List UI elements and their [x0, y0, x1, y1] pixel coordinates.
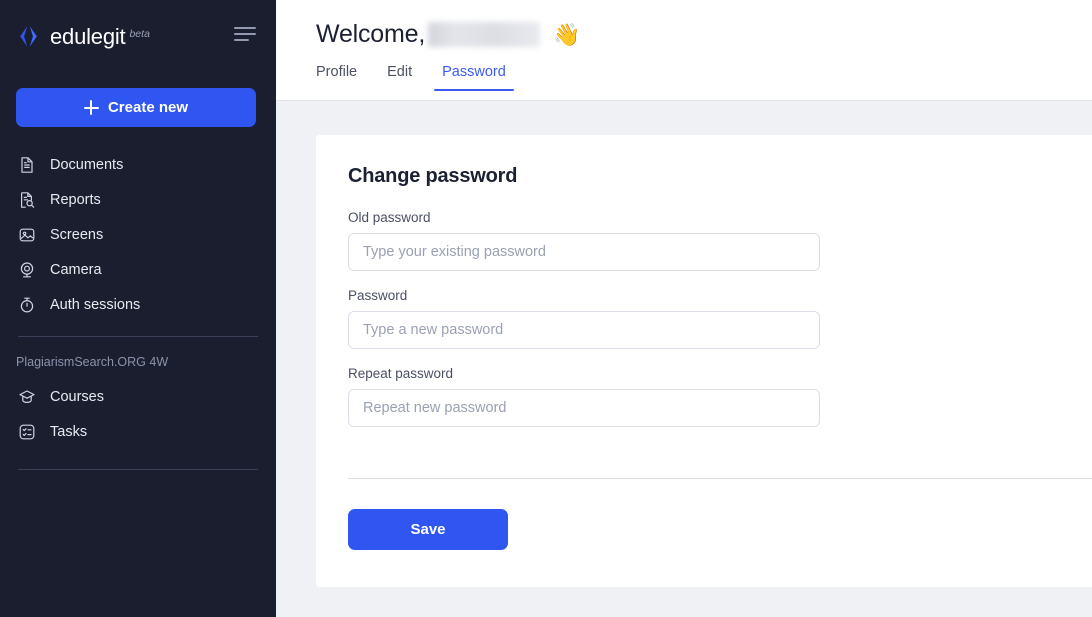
- change-password-form: Old password Password Repeat password: [316, 188, 1092, 427]
- page-title: Welcome,: [316, 20, 426, 48]
- page-header: Welcome, 👋 Profile Edit Password: [276, 0, 1092, 101]
- hamburger-menu-icon[interactable]: [234, 27, 256, 41]
- form-divider: [348, 478, 1092, 479]
- repeat-password-label: Repeat password: [348, 366, 454, 381]
- main-content: Welcome, 👋 Profile Edit Password Change …: [276, 0, 1092, 617]
- stopwatch-icon: [18, 296, 36, 314]
- card-title: Change password: [348, 165, 518, 187]
- new-password-field-group: Password: [348, 288, 1092, 349]
- sidebar-item-label: Camera: [50, 261, 102, 278]
- report-search-icon: [18, 191, 36, 209]
- checklist-icon: [18, 423, 36, 441]
- repeat-password-field-group: Repeat password: [348, 366, 1092, 427]
- sidebar-item-label: Auth sessions: [50, 296, 141, 313]
- content-area: Change password Old password Password Re…: [276, 101, 1092, 617]
- tab-password[interactable]: Password: [434, 58, 514, 91]
- new-password-input[interactable]: [348, 311, 820, 349]
- sidebar-header: edulegit beta: [0, 0, 276, 68]
- brand-beta-badge: beta: [129, 27, 150, 40]
- sidebar-item-screens[interactable]: Screens: [0, 217, 276, 252]
- sidebar-divider-bottom: [18, 469, 258, 470]
- sidebar-item-label: Tasks: [50, 423, 88, 440]
- brand-logo[interactable]: edulegit beta: [16, 19, 155, 50]
- primary-nav: Documents Reports Screens Camera Auth se…: [0, 147, 276, 322]
- hamburger-line: [234, 33, 256, 35]
- plus-icon: [83, 100, 99, 115]
- secondary-nav: Courses Tasks: [0, 379, 276, 449]
- new-password-label: Password: [348, 288, 408, 303]
- waving-hand-icon: 👋: [553, 21, 581, 47]
- save-button[interactable]: Save: [348, 509, 508, 550]
- sidebar-item-camera[interactable]: Camera: [0, 252, 276, 287]
- profile-tabs: Profile Edit Password: [276, 58, 1092, 91]
- sidebar-item-label: Documents: [50, 156, 124, 173]
- sidebar-item-label: Reports: [50, 191, 101, 208]
- hamburger-line: [234, 39, 249, 41]
- sidebar: edulegit beta Create new Documents Repor…: [0, 0, 276, 617]
- old-password-label: Old password: [348, 210, 431, 225]
- sidebar-item-label: Screens: [50, 226, 104, 243]
- change-password-card: Change password Old password Password Re…: [316, 135, 1092, 587]
- create-new-button[interactable]: Create new: [16, 88, 256, 127]
- sidebar-item-auth-sessions[interactable]: Auth sessions: [0, 287, 276, 322]
- sidebar-item-label: Courses: [50, 388, 104, 405]
- brand-name: edulegit: [50, 23, 126, 49]
- sidebar-item-reports[interactable]: Reports: [0, 182, 276, 217]
- welcome-row: Welcome, 👋: [276, 0, 1092, 49]
- repeat-password-input[interactable]: [348, 389, 820, 427]
- sidebar-item-documents[interactable]: Documents: [0, 147, 276, 182]
- sidebar-section-label: PlagiarismSearch.ORG 4W: [16, 355, 169, 369]
- graduation-cap-icon: [18, 388, 36, 406]
- image-screen-icon: [18, 226, 36, 244]
- webcam-icon: [18, 261, 36, 279]
- username-redacted: [428, 22, 541, 47]
- tab-edit[interactable]: Edit: [387, 58, 412, 90]
- tab-profile[interactable]: Profile: [316, 58, 357, 90]
- sidebar-item-tasks[interactable]: Tasks: [0, 414, 276, 449]
- hamburger-line: [234, 27, 256, 29]
- document-icon: [18, 156, 36, 174]
- old-password-field-group: Old password: [348, 210, 1092, 271]
- sidebar-item-courses[interactable]: Courses: [0, 379, 276, 414]
- edulegit-star-logo-icon: [16, 24, 41, 49]
- app-root: edulegit beta Create new Documents Repor…: [0, 0, 1092, 617]
- create-new-label: Create new: [107, 99, 189, 116]
- old-password-input[interactable]: [348, 233, 820, 271]
